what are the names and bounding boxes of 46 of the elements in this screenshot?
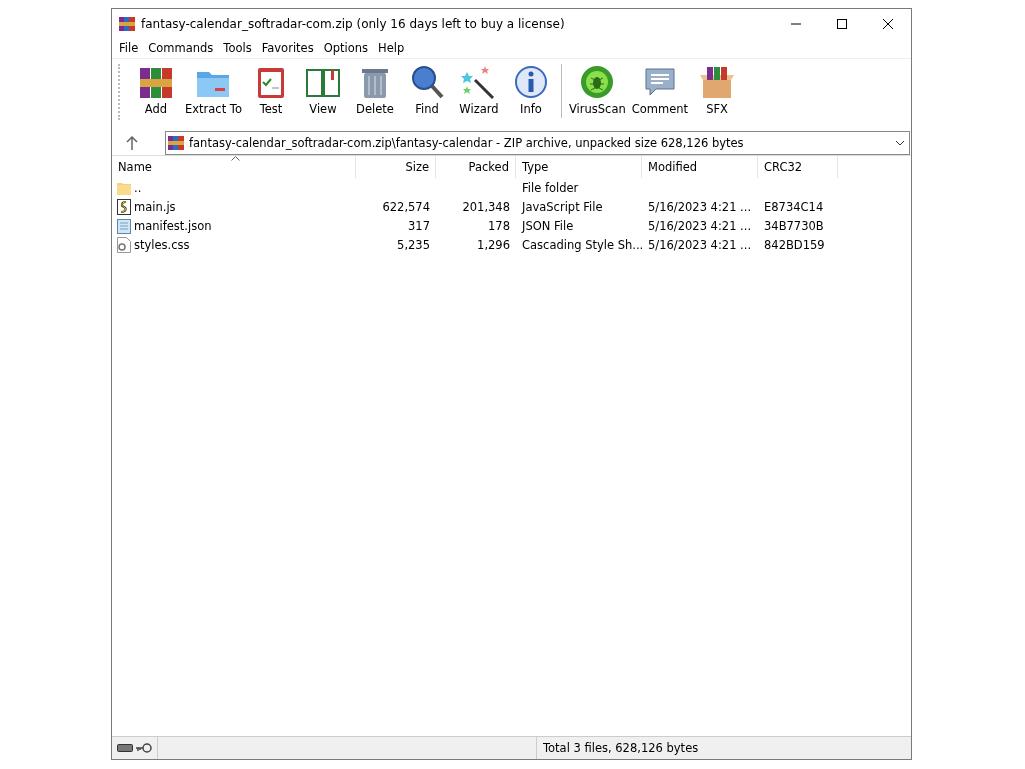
column-header[interactable]: Name <box>112 156 356 178</box>
toolbar-button[interactable]: Info <box>504 64 557 116</box>
toolbar-button[interactable]: Add <box>130 64 182 116</box>
table-cell: 5/16/2023 4:21 ... <box>648 237 752 252</box>
status-text: Total 3 files, 628,126 bytes <box>543 741 699 755</box>
table-cell: 201,348 <box>462 199 510 214</box>
table-cell: E8734C14 <box>764 199 824 214</box>
table-cell: 34B7730B <box>764 218 824 233</box>
toolbar-button[interactable]: Delete <box>348 64 401 116</box>
table-cell: 622,574 <box>382 199 430 214</box>
menu-item[interactable]: Options <box>318 41 374 55</box>
menu-item[interactable]: File <box>114 41 144 55</box>
table-cell: 842BD159 <box>764 237 825 252</box>
toolbar-button[interactable]: SFX <box>691 64 744 116</box>
toolbar-button[interactable]: Test <box>244 64 297 116</box>
toolbar-button[interactable]: VirusScan <box>565 64 629 116</box>
column-header[interactable]: CRC32 <box>758 156 838 178</box>
toolbar-button[interactable]: Find <box>400 64 453 116</box>
column-header[interactable]: Packed <box>436 156 516 178</box>
menu-item[interactable]: Tools <box>218 41 257 55</box>
window-title: fantasy-calendar_softradar-com.zip (only 16 days left to buy a license) <box>141 16 565 31</box>
table-cell: 5/16/2023 4:21 ... <box>648 218 752 233</box>
file-name[interactable]: manifest.json <box>134 218 212 233</box>
menu-item[interactable]: Help <box>373 41 410 55</box>
file-name[interactable]: styles.css <box>134 237 190 252</box>
toolbar-button[interactable]: Wizard <box>452 64 505 116</box>
toolbar-button[interactable]: View <box>296 64 349 116</box>
column-header[interactable]: Type <box>516 156 642 178</box>
toolbar-button[interactable]: Extract To <box>182 64 245 116</box>
column-header[interactable]: Size <box>356 156 436 178</box>
address-field[interactable]: fantasy-calendar_softradar-com.zip\fantasy-calendar - ZIP archive, unpacked size 628,126 bytes <box>165 130 910 155</box>
table-cell: 178 <box>488 218 510 233</box>
table-cell: JSON File <box>522 218 574 233</box>
table-cell: JavaScript File <box>522 199 603 214</box>
menu-item[interactable]: Commands <box>143 41 219 55</box>
toolbar-button[interactable]: Comment <box>628 64 692 116</box>
menu-item[interactable]: Favorites <box>256 41 319 55</box>
column-header[interactable]: Modified <box>642 156 758 178</box>
table-cell: File folder <box>522 180 579 195</box>
file-name[interactable]: .. <box>134 180 142 195</box>
table-cell: 1,296 <box>477 237 510 252</box>
table-cell: Cascading Style Sh... <box>522 237 644 252</box>
file-name[interactable]: main.js <box>134 199 176 214</box>
table-cell: 317 <box>408 218 430 233</box>
table-cell: 5,235 <box>397 237 430 252</box>
table-cell: 5/16/2023 4:21 ... <box>648 199 752 214</box>
